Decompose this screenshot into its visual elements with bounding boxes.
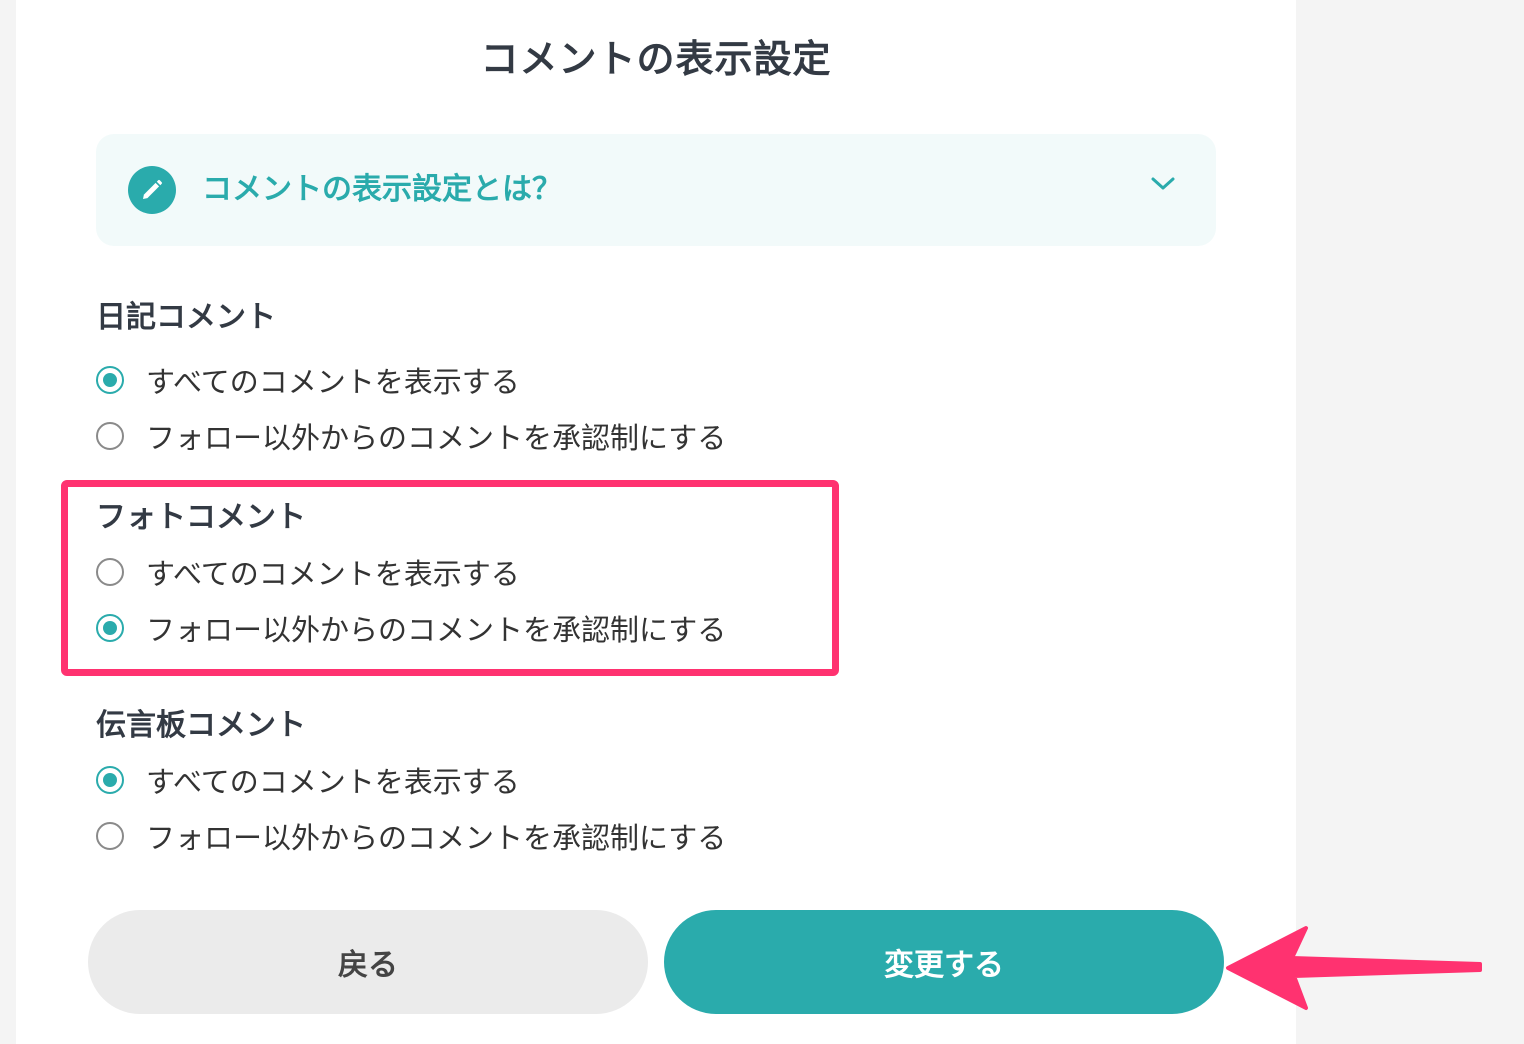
section-title: 日記コメント [96, 300, 276, 335]
board-option-approval[interactable]: フォロー以外からのコメントを承認制にする [96, 808, 726, 864]
pencil-icon [128, 166, 176, 214]
section-title: 伝言板コメント [96, 708, 306, 743]
arrow-annotation-icon [1222, 918, 1492, 1018]
radio-button[interactable] [96, 422, 124, 450]
save-button[interactable]: 変更する [664, 910, 1224, 1014]
radio-button[interactable] [96, 558, 124, 586]
option-label: フォロー以外からのコメントを承認制にする [146, 421, 727, 455]
diary-comment-section: 日記コメント すべてのコメントを表示する フォロー以外からのコメントを承認制にす… [96, 298, 726, 464]
diary-option-show-all[interactable]: すべてのコメントを表示する [96, 352, 726, 408]
option-label: すべてのコメントを表示する [146, 365, 520, 399]
option-label: フォロー以外からのコメントを承認制にする [146, 821, 727, 855]
photo-option-show-all[interactable]: すべてのコメントを表示する [96, 544, 726, 600]
page-title: コメントの表示設定 [480, 37, 832, 81]
photo-option-approval[interactable]: フォロー以外からのコメントを承認制にする [96, 600, 726, 656]
photo-comment-section: フォトコメント すべてのコメントを表示する フォロー以外からのコメントを承認制に… [96, 498, 726, 656]
help-accordion[interactable]: コメントの表示設定とは？ [96, 134, 1216, 246]
back-button[interactable]: 戻る [88, 910, 648, 1014]
diary-option-approval[interactable]: フォロー以外からのコメントを承認制にする [96, 408, 726, 464]
option-label: すべてのコメントを表示する [146, 765, 520, 799]
option-label: フォロー以外からのコメントを承認制にする [146, 613, 727, 647]
radio-button[interactable] [96, 366, 124, 394]
section-title: フォトコメント [96, 500, 306, 535]
board-comment-section: 伝言板コメント すべてのコメントを表示する フォロー以外からのコメントを承認制に… [96, 706, 726, 864]
settings-panel: コメントの表示設定 コメントの表示設定とは？ 日記コメント すべてのコメントを表… [16, 0, 1296, 1044]
help-title: コメントの表示設定とは？ [202, 172, 562, 207]
chevron-down-icon[interactable] [1150, 176, 1176, 196]
option-label: すべてのコメントを表示する [146, 557, 520, 591]
radio-button[interactable] [96, 822, 124, 850]
board-option-show-all[interactable]: すべてのコメントを表示する [96, 752, 726, 808]
radio-button[interactable] [96, 614, 124, 642]
radio-button[interactable] [96, 766, 124, 794]
